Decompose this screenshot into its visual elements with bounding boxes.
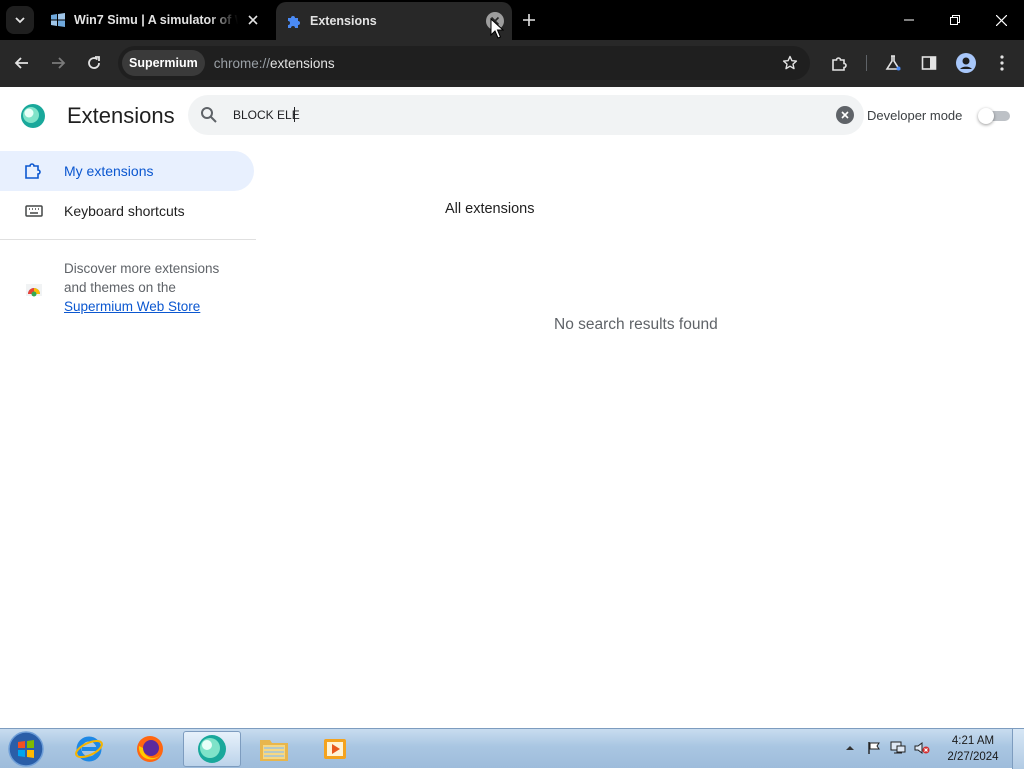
- taskbar-file-explorer[interactable]: [245, 731, 303, 767]
- back-button[interactable]: [9, 50, 35, 76]
- tab-title: Win7 Simu | A simulator of Windows 7: [74, 13, 238, 27]
- start-button[interactable]: [6, 730, 46, 768]
- media-player-icon: [324, 739, 346, 759]
- more-vertical-icon: [1000, 55, 1004, 71]
- profile-button[interactable]: [953, 50, 979, 76]
- sidebar-item-label: My extensions: [64, 163, 154, 179]
- plus-icon: [523, 14, 535, 26]
- reload-button[interactable]: [81, 50, 107, 76]
- address-bar[interactable]: Supermium chrome://extensions: [118, 46, 810, 80]
- win7-logo-icon: [51, 13, 65, 27]
- section-title: All extensions: [445, 201, 535, 217]
- sidebar-item-my-extensions[interactable]: My extensions: [0, 151, 254, 191]
- url-scheme: chrome://: [213, 55, 271, 71]
- firefox-icon: [137, 736, 163, 762]
- toolbar-divider: [866, 55, 867, 71]
- puzzle-icon: [832, 57, 847, 71]
- extensions-menu-button[interactable]: [827, 50, 853, 76]
- extensions-icon: [25, 163, 41, 179]
- extensions-page: Extensions Developer mode My extensions …: [0, 87, 1024, 728]
- clock-date: 2/27/2024: [947, 751, 999, 763]
- taskbar-internet-explorer[interactable]: [60, 731, 118, 767]
- sidebar-item-keyboard-shortcuts[interactable]: Keyboard shortcuts: [0, 191, 254, 231]
- file-explorer-icon: [260, 740, 288, 761]
- url-host: extensions: [270, 55, 335, 71]
- tab-close-button[interactable]: [244, 11, 262, 29]
- taskbar: 4:21 AM 2/27/2024: [0, 728, 1024, 769]
- close-icon: [995, 14, 1007, 26]
- text-caret: [294, 107, 295, 122]
- search-input[interactable]: [233, 106, 813, 124]
- restore-icon: [950, 15, 960, 25]
- clock-time: 4:21 AM: [951, 735, 995, 747]
- browser-toolbar: Supermium chrome://extensions: [0, 40, 1024, 87]
- discover-label: Discover more extensions and themes on t…: [64, 261, 220, 295]
- side-panel-icon: [921, 56, 937, 70]
- supermium-logo-icon: [21, 104, 45, 128]
- arrow-right-icon: [52, 57, 66, 69]
- side-panel-button[interactable]: [916, 50, 942, 76]
- taskbar-media-player[interactable]: [306, 731, 364, 767]
- puzzle-icon: [288, 16, 300, 28]
- no-results-message: No search results found: [554, 316, 718, 333]
- volume-muted-icon: [914, 742, 930, 754]
- close-icon: [841, 111, 849, 119]
- forward-button[interactable]: [45, 50, 71, 76]
- network-icon[interactable]: [890, 740, 906, 756]
- minimize-icon: [904, 19, 914, 21]
- tab-extensions[interactable]: Extensions: [276, 2, 512, 40]
- avatar-icon: [956, 53, 976, 73]
- arrow-left-icon: [14, 57, 28, 69]
- toggle-knob: [978, 108, 994, 124]
- show-desktop-button[interactable]: [1012, 729, 1024, 769]
- page-title: Extensions: [67, 103, 175, 128]
- search-bar[interactable]: [188, 95, 864, 135]
- taskbar-firefox[interactable]: [121, 731, 179, 767]
- menu-button[interactable]: [989, 50, 1015, 76]
- close-icon: [248, 15, 258, 25]
- discover-text: Discover more extensions and themes on t…: [64, 259, 244, 316]
- minimize-button[interactable]: [886, 0, 932, 40]
- sidebar-item-label: Keyboard shortcuts: [64, 203, 185, 219]
- action-center-icon[interactable]: [866, 740, 882, 756]
- tab-title: Extensions: [310, 14, 377, 28]
- reload-icon: [88, 56, 100, 69]
- tab-search-button[interactable]: [6, 6, 34, 34]
- internet-explorer-icon: [75, 736, 103, 762]
- developer-mode-toggle[interactable]: [978, 108, 1010, 124]
- system-clock[interactable]: 4:21 AM 2/27/2024: [940, 733, 1006, 765]
- keyboard-icon: [25, 205, 43, 217]
- supermium-icon: [198, 735, 226, 763]
- chevron-down-icon: [15, 17, 25, 24]
- network-icon: [890, 741, 906, 754]
- bookmark-button[interactable]: [780, 53, 800, 73]
- site-chip[interactable]: Supermium: [122, 50, 205, 76]
- show-hidden-icons-button[interactable]: [842, 740, 858, 756]
- web-store-link[interactable]: Supermium Web Store: [64, 299, 200, 314]
- chevron-up-icon: [846, 746, 854, 750]
- new-tab-button[interactable]: [518, 9, 540, 31]
- window-close-button[interactable]: [978, 0, 1024, 40]
- clear-search-button[interactable]: [836, 106, 854, 124]
- star-icon: [782, 55, 798, 70]
- web-store-icon: [26, 284, 42, 297]
- flag-icon: [868, 742, 880, 754]
- taskbar-supermium[interactable]: [183, 731, 241, 767]
- tab-strip: Win7 Simu | A simulator of Windows 7 Ext…: [0, 0, 1024, 40]
- sidebar-divider: [0, 239, 256, 240]
- url-text: chrome://extensions: [214, 56, 335, 71]
- mouse-cursor-icon: [490, 18, 504, 39]
- developer-mode-label: Developer mode: [867, 108, 963, 123]
- tab-win7-simu[interactable]: Win7 Simu | A simulator of Windows 7: [40, 0, 270, 40]
- volume-muted-icon[interactable]: [914, 740, 930, 756]
- search-icon: [201, 107, 217, 123]
- restore-button[interactable]: [932, 0, 978, 40]
- labs-button[interactable]: [880, 50, 906, 76]
- flask-icon: [885, 55, 901, 71]
